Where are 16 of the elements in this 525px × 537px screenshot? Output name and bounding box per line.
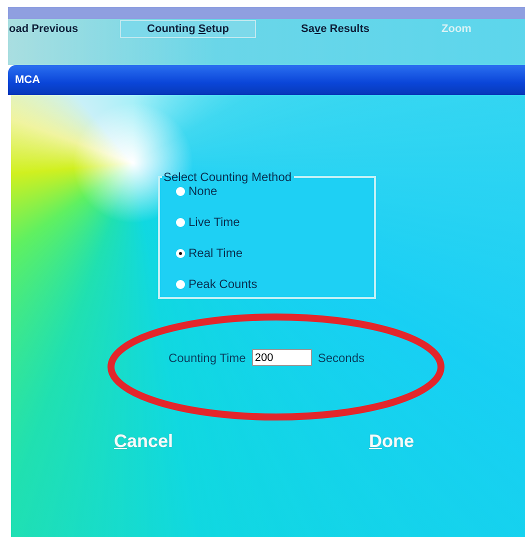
group-title: Select Counting Method xyxy=(162,170,293,184)
radio-label[interactable]: Peak Counts xyxy=(188,277,258,291)
unit-label: Seconds xyxy=(318,350,365,364)
menu-tab[interactable]: Counting Setup xyxy=(120,20,256,38)
radio-label[interactable]: Real Time xyxy=(188,246,243,260)
window-title: MCA xyxy=(15,74,40,86)
radio-button[interactable] xyxy=(176,218,184,226)
menu-tab[interactable]: oad Previous xyxy=(4,20,120,38)
radio-button[interactable] xyxy=(176,186,184,196)
radio-label[interactable]: None xyxy=(188,184,218,198)
input-field[interactable]: 200 xyxy=(252,349,312,366)
field-label: Counting Time xyxy=(168,350,246,364)
radio-button[interactable] xyxy=(176,248,184,258)
menu-tab[interactable]: Save Results xyxy=(296,20,375,38)
radio-label[interactable]: Live Time xyxy=(188,215,240,229)
radio-button[interactable] xyxy=(176,280,184,288)
